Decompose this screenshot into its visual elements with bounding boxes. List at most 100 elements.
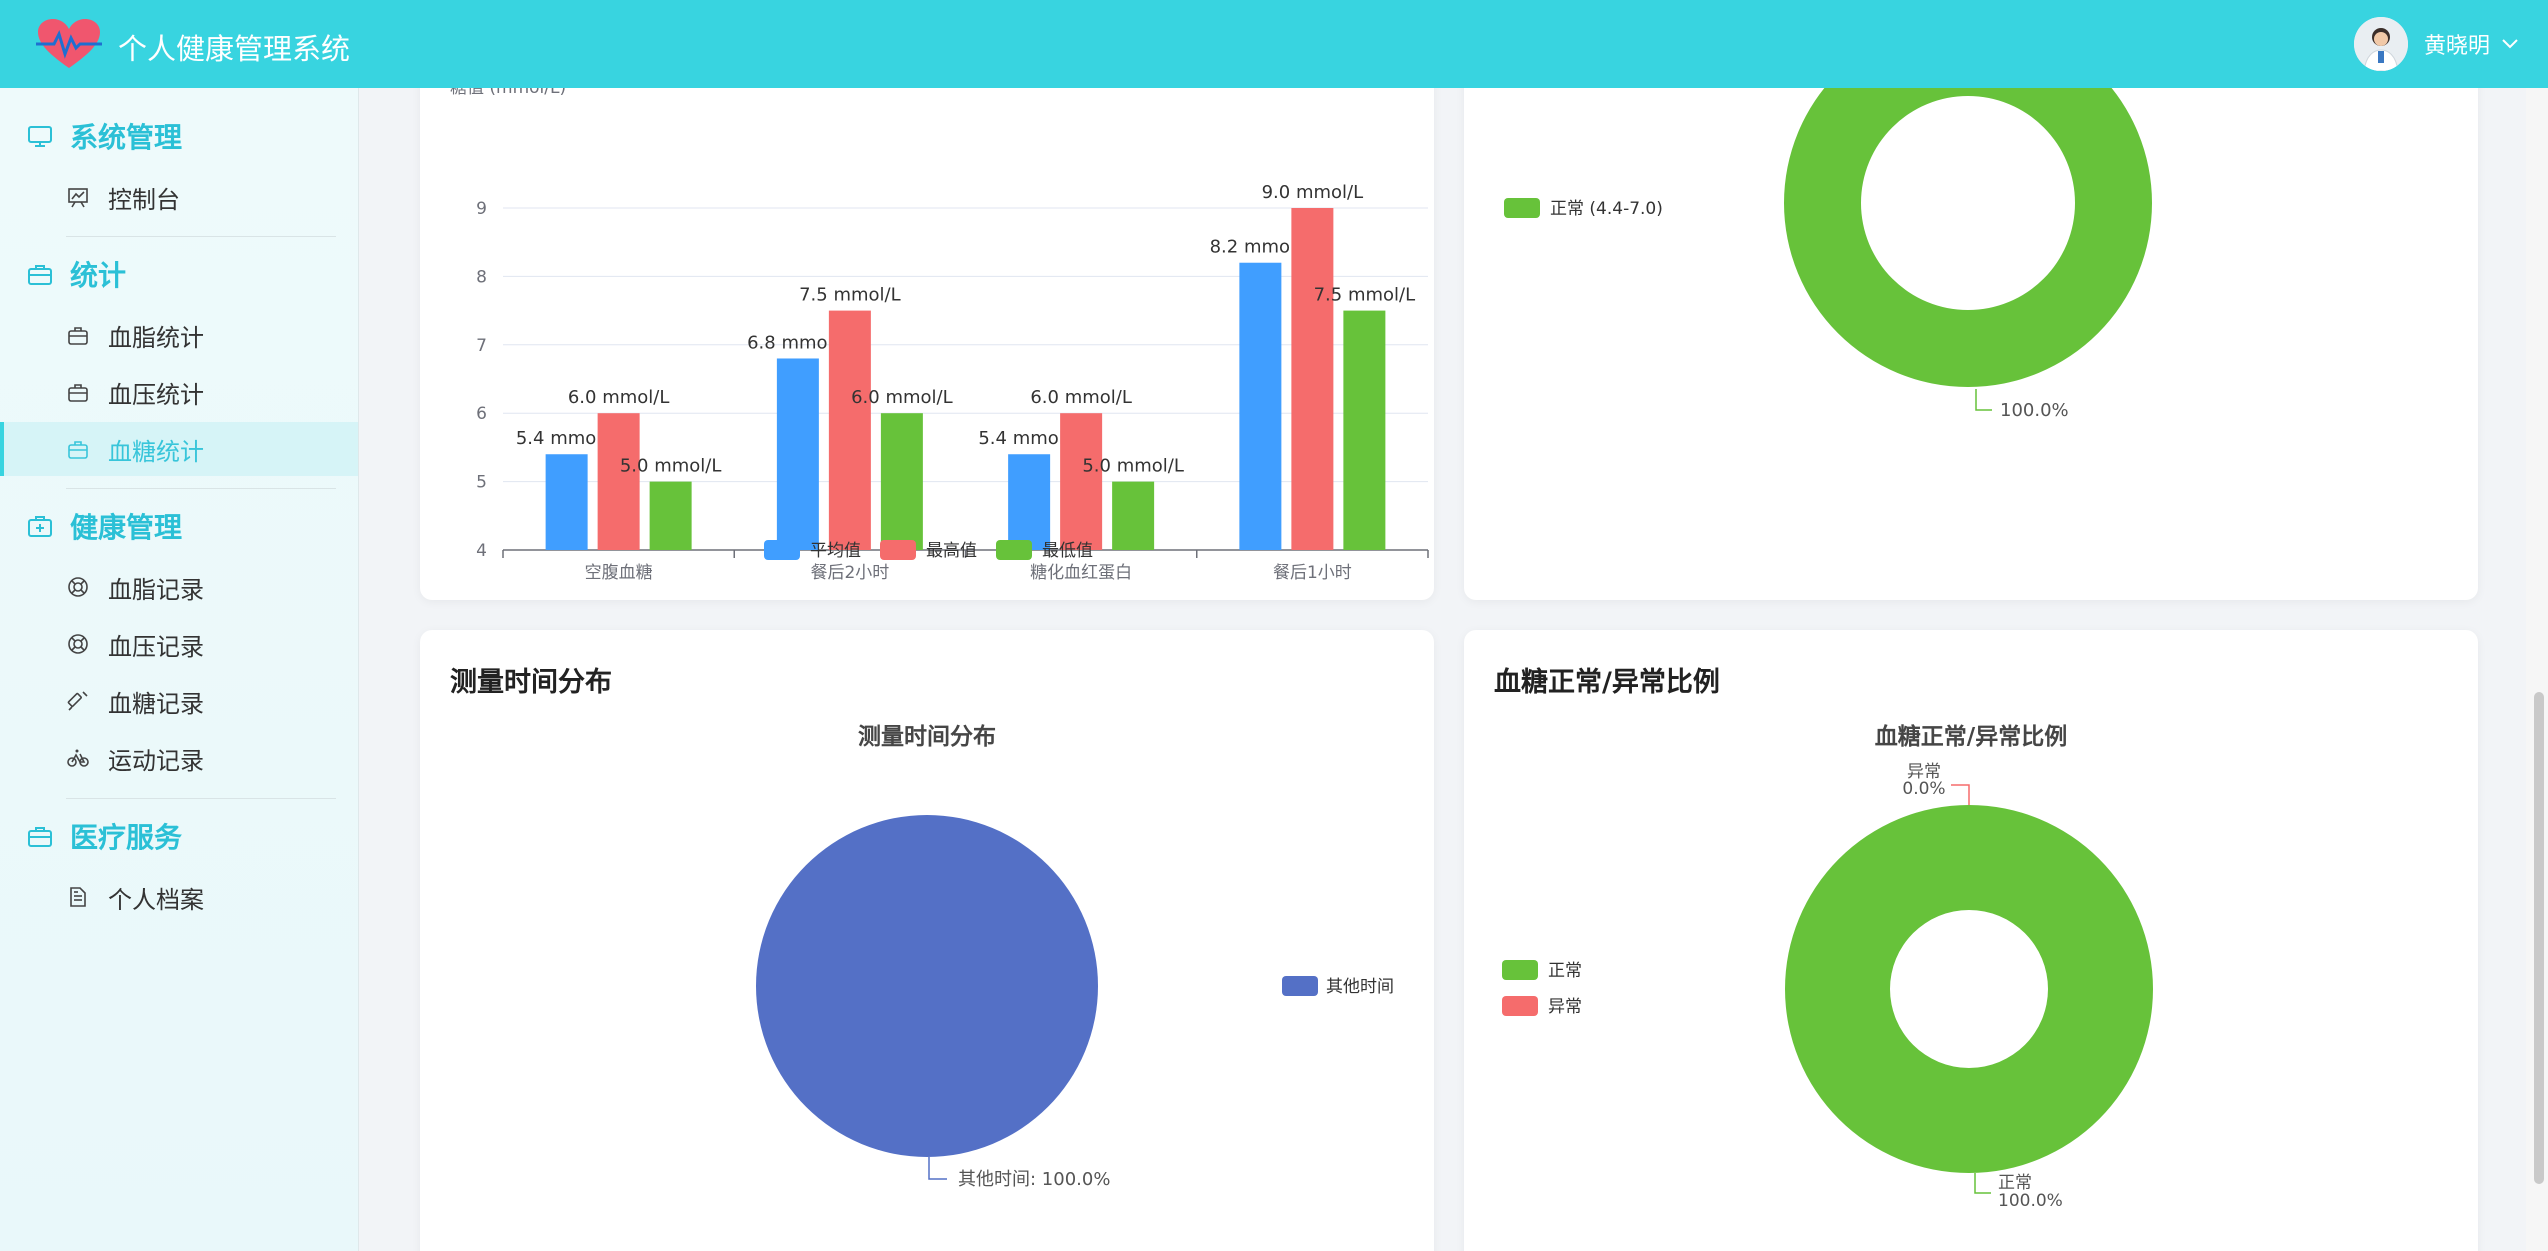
briefcase-icon xyxy=(28,827,52,847)
legend-swatch xyxy=(1502,960,1538,980)
time-distribution-card: 测量时间分布 测量时间分布 其他时间: 100.0% 其他时间 xyxy=(420,630,1434,1251)
chevron-down-icon[interactable] xyxy=(2500,37,2520,51)
data-label: 9.0 mmol/L xyxy=(1262,182,1364,203)
sidebar-item-label: 控制台 xyxy=(108,185,180,214)
legend-swatch xyxy=(880,540,916,560)
slice-label: 其他时间: 100.0% xyxy=(958,1169,1110,1190)
range-donut-card: 100.0% 正常 (4.4-7.0) xyxy=(1464,88,2478,600)
sidebar-item-label: 血脂记录 xyxy=(108,575,204,604)
data-label: 7.5 mmol/L xyxy=(799,285,901,306)
sidebar-item-label: 血压统计 xyxy=(108,380,204,409)
legend-label: 正常 (4.4-7.0) xyxy=(1550,199,1663,219)
label-line xyxy=(1975,389,1992,411)
data-label: 6.0 mmol/L xyxy=(851,387,953,408)
bar xyxy=(1291,208,1334,550)
bar xyxy=(1008,454,1051,550)
bar xyxy=(880,413,923,550)
sidebar-section-label: 系统管理 xyxy=(70,121,183,154)
sidebar-section-medical[interactable]: 医疗服务 xyxy=(26,816,182,856)
legend-label: 异常 xyxy=(1548,997,1582,1017)
user-name: 黄晓明 xyxy=(2423,34,2490,59)
data-label: 6.0 mmol/L xyxy=(568,387,670,408)
y-tick-label: 5 xyxy=(476,473,487,493)
data-label: 5.0 mmol/L xyxy=(620,456,722,477)
monitor-icon xyxy=(28,126,52,147)
briefcase-icon xyxy=(68,327,88,345)
chart-board-icon xyxy=(68,188,88,208)
bar xyxy=(545,454,588,550)
slice-label-abnormal-value: 0.0% xyxy=(1902,779,1945,799)
legend-swatch xyxy=(764,540,800,560)
legend-label: 最高值 xyxy=(926,541,977,561)
y-tick-label: 9 xyxy=(476,199,487,219)
y-tick-label: 6 xyxy=(476,404,487,424)
bar xyxy=(597,413,640,550)
heart-pulse-icon xyxy=(36,19,102,68)
sidebar-item-label: 血压记录 xyxy=(108,632,204,661)
data-label: 5.0 mmol/L xyxy=(1082,456,1184,477)
chart-legend: 平均值 最高值 最低值 xyxy=(764,540,1093,561)
sidebar-item-label: 血糖统计 xyxy=(108,437,204,466)
sidebar-item-console[interactable]: 控制台 xyxy=(0,170,358,224)
divider xyxy=(66,798,336,799)
label-line xyxy=(928,1157,947,1180)
x-tick-label: 糖化血红蛋白 xyxy=(1030,563,1132,583)
main-content: 糖值 (mmol/L) 4 5 6 7 8 9 空腹血糖 5.4 mmol/L 6.0 mmol… xyxy=(359,88,2519,1251)
sidebar-section-label: 医疗服务 xyxy=(70,821,183,854)
y-tick-label: 4 xyxy=(476,541,487,561)
sidebar-item-exercise-record[interactable]: 运动记录 xyxy=(0,731,358,785)
avatar[interactable] xyxy=(2353,17,2408,71)
briefcase-icon xyxy=(68,441,88,459)
scrollbar-thumb[interactable] xyxy=(2534,692,2544,1184)
sidebar-section-system[interactable]: 系统管理 xyxy=(26,116,182,156)
sidebar-item-profile[interactable]: 个人档案 xyxy=(0,870,358,924)
legend-swatch xyxy=(1282,976,1318,996)
ratio-card: 血糖正常/异常比例 血糖正常/异常比例 异常 0.0% 正常 100.0% 正常… xyxy=(1464,630,2478,1251)
syringe-icon xyxy=(67,691,88,711)
bar xyxy=(1343,310,1386,550)
top-header: 个人健康管理系统 黄晓明 xyxy=(0,0,2548,88)
range-donut-chart: 100.0% 正常 (4.4-7.0) xyxy=(1504,88,2152,421)
sidebar-section-health[interactable]: 健康管理 xyxy=(26,506,182,546)
slice-label-normal-value: 100.0% xyxy=(1998,1191,2063,1211)
sidebar-item-bp-record[interactable]: 血压记录 xyxy=(0,617,358,671)
document-icon xyxy=(70,887,86,907)
divider xyxy=(66,236,336,237)
legend-swatch xyxy=(996,540,1032,560)
sidebar-item-glucose-record[interactable]: 血糖记录 xyxy=(0,674,358,728)
legend-swatch xyxy=(1502,996,1538,1016)
sidebar-section-stats[interactable]: 统计 xyxy=(26,254,126,294)
sidebar-item-label: 血糖记录 xyxy=(108,689,204,718)
app-title: 个人健康管理系统 xyxy=(118,32,351,66)
sidebar-item-lipid-stats[interactable]: 血脂统计 xyxy=(0,308,358,362)
donut-ring-normal xyxy=(1785,805,2153,1173)
y-tick-label: 7 xyxy=(476,336,487,356)
chart-title: 测量时间分布 xyxy=(858,723,996,750)
sidebar-item-lipid-record[interactable]: 血脂记录 xyxy=(0,560,358,614)
sidebar-item-glucose-stats[interactable]: 血糖统计 xyxy=(0,422,358,476)
bar xyxy=(1112,481,1155,550)
divider xyxy=(66,488,336,489)
chart-title: 血糖正常/异常比例 xyxy=(1875,723,2067,750)
sidebar-item-bp-stats[interactable]: 血压统计 xyxy=(0,365,358,419)
legend-label: 正常 xyxy=(1548,961,1582,981)
briefcase-icon xyxy=(68,384,88,402)
donut-ring-normal xyxy=(1784,88,2152,387)
legend-label: 平均值 xyxy=(810,541,861,561)
bar xyxy=(1060,413,1103,550)
x-tick-label: 空腹血糖 xyxy=(585,563,653,583)
bar xyxy=(776,358,819,550)
sidebar: 系统管理 控制台 统计 血脂统计 血压统计 血糖统计 健康管理 血脂记录 血压记… xyxy=(0,88,359,1251)
legend-label: 其他时间 xyxy=(1326,977,1394,997)
y-axis-label: 糖值 (mmol/L) xyxy=(450,88,566,98)
data-label: 6.0 mmol/L xyxy=(1030,387,1132,408)
legend-label: 最低值 xyxy=(1042,541,1093,561)
bar xyxy=(1239,262,1282,550)
sidebar-item-label: 运动记录 xyxy=(108,746,204,775)
user-menu[interactable]: 黄晓明 xyxy=(2353,16,2520,72)
medical-kit-icon xyxy=(28,516,52,537)
lifebuoy-icon xyxy=(68,634,88,654)
x-tick-label: 餐后2小时 xyxy=(810,563,889,583)
sidebar-section-label: 统计 xyxy=(70,259,127,292)
sidebar-item-label: 个人档案 xyxy=(108,885,204,914)
